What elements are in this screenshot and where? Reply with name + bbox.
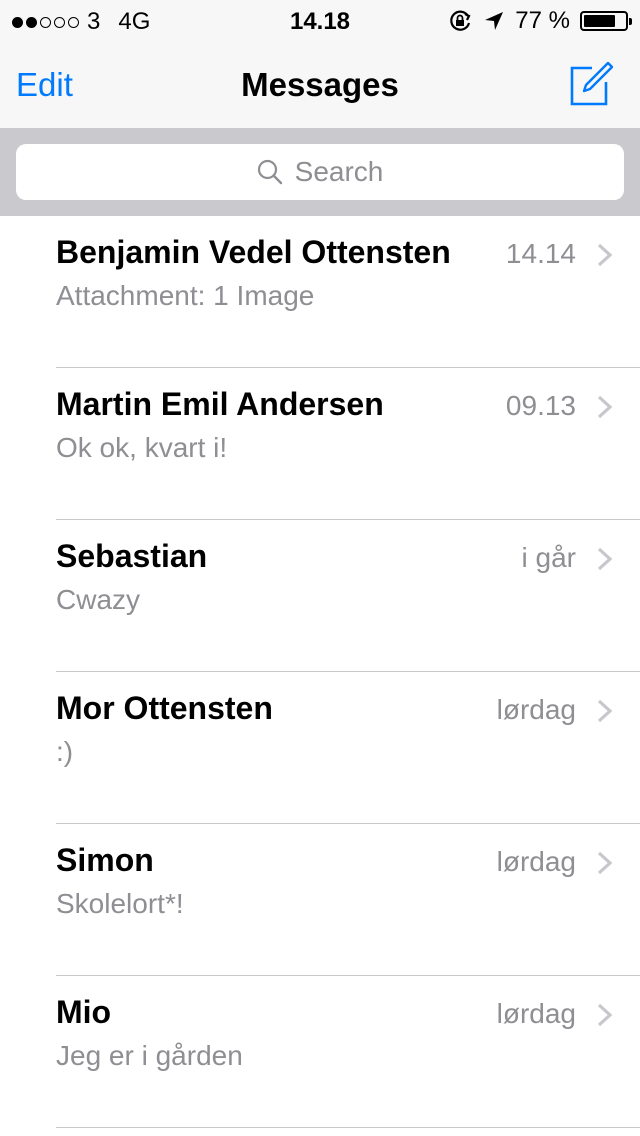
conversation-row[interactable]: Simon lørdag Skolelort*! <box>0 824 640 976</box>
chevron-right-icon <box>597 547 613 571</box>
search-bar: Search <box>0 128 640 216</box>
message-time: lørdag <box>496 694 576 725</box>
page-title: Messages <box>241 66 399 103</box>
message-time: 09.13 <box>505 390 576 421</box>
battery-icon <box>580 11 632 31</box>
message-preview: Ok ok, kvart i! <box>56 432 228 463</box>
contact-name: Mor Ottensten <box>56 690 273 726</box>
message-preview: Attachment: 1 Image <box>56 280 315 311</box>
row-divider <box>56 1127 640 1128</box>
message-time: lørdag <box>496 998 576 1029</box>
battery-percent: 77 % <box>515 7 570 34</box>
status-right: 77 % <box>447 7 632 35</box>
conversation-list: Benjamin Vedel Ottensten 14.14 Attachmen… <box>0 216 640 1128</box>
location-arrow-icon <box>485 12 504 30</box>
message-time: lørdag <box>496 846 576 877</box>
contact-name: Sebastian <box>56 538 208 574</box>
conversation-row[interactable]: Mio lørdag Jeg er i gården <box>0 976 640 1128</box>
navigation-bar: Edit Messages <box>0 40 640 128</box>
message-preview: Cwazy <box>56 584 141 615</box>
chevron-right-icon <box>597 699 613 723</box>
message-preview: Jeg er i gården <box>56 1040 243 1071</box>
status-bar: 3 4G 14.18 77 % <box>0 0 640 40</box>
compose-icon[interactable] <box>566 60 614 108</box>
conversation-row[interactable]: Mor Ottensten lørdag :) <box>0 672 640 824</box>
conversation-row[interactable]: Benjamin Vedel Ottensten 14.14 Attachmen… <box>0 216 640 368</box>
conversation-row[interactable]: Sebastian i går Cwazy <box>0 520 640 672</box>
message-time: i går <box>521 542 576 573</box>
battery-level <box>584 15 615 27</box>
search-placeholder: Search <box>294 156 384 187</box>
message-time: 14.14 <box>505 238 576 269</box>
chevron-right-icon <box>597 851 613 875</box>
orientation-lock-icon <box>450 10 471 31</box>
contact-name: Simon <box>56 842 154 878</box>
message-preview: Skolelort*! <box>56 888 184 919</box>
header-area: 3 4G 14.18 77 % Edit Messages Search <box>0 0 640 216</box>
chevron-right-icon <box>597 1003 613 1027</box>
chevron-right-icon <box>597 395 613 419</box>
contact-name: Martin Emil Andersen <box>56 386 384 422</box>
conversation-row[interactable]: Martin Emil Andersen 09.13 Ok ok, kvart … <box>0 368 640 520</box>
search-input[interactable]: Search <box>16 144 624 200</box>
contact-name: Mio <box>56 994 112 1030</box>
contact-name: Benjamin Vedel Ottensten <box>56 234 451 270</box>
chevron-right-icon <box>597 243 613 267</box>
search-icon <box>257 159 282 185</box>
message-preview: :) <box>56 736 74 767</box>
